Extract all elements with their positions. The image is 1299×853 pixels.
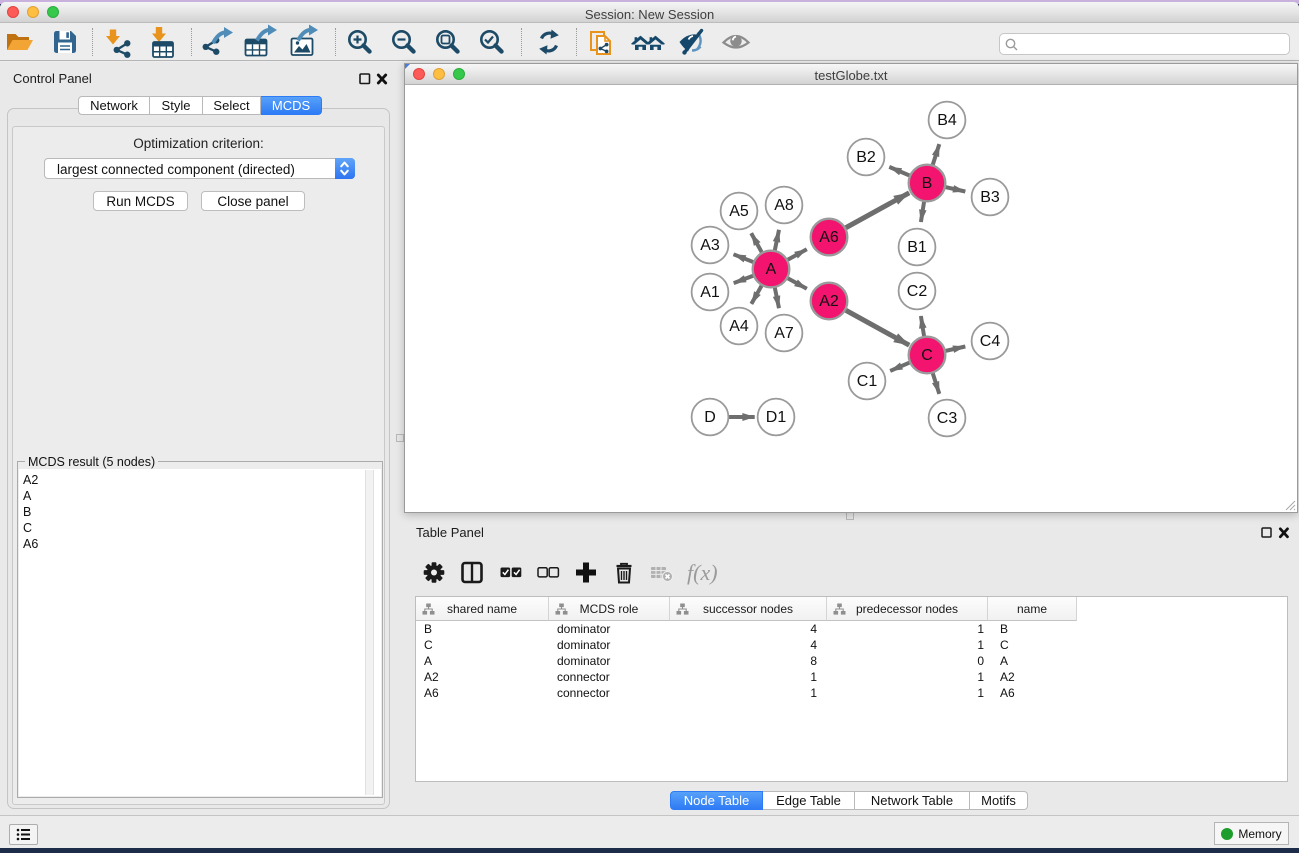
svg-text:D: D: [704, 409, 716, 426]
svg-text:C1: C1: [857, 373, 878, 390]
svg-text:A2: A2: [819, 293, 839, 310]
svg-text:A7: A7: [774, 325, 794, 342]
svg-text:C4: C4: [980, 333, 1001, 350]
svg-text:C: C: [921, 347, 933, 364]
svg-text:A4: A4: [729, 318, 749, 335]
svg-text:A1: A1: [700, 284, 720, 301]
svg-text:B4: B4: [937, 112, 957, 129]
svg-text:C2: C2: [907, 283, 928, 300]
svg-text:B: B: [922, 175, 933, 192]
svg-text:f(x): f(x): [687, 560, 718, 585]
svg-text:B1: B1: [907, 239, 927, 256]
svg-text:A6: A6: [819, 229, 839, 246]
svg-text:B2: B2: [856, 149, 876, 166]
svg-text:A5: A5: [729, 203, 749, 220]
svg-text:B3: B3: [980, 189, 1000, 206]
svg-text:A: A: [766, 261, 777, 278]
svg-text:A8: A8: [774, 197, 794, 214]
svg-text:D1: D1: [766, 409, 787, 426]
svg-text:C3: C3: [937, 410, 958, 427]
svg-text:A3: A3: [700, 237, 720, 254]
